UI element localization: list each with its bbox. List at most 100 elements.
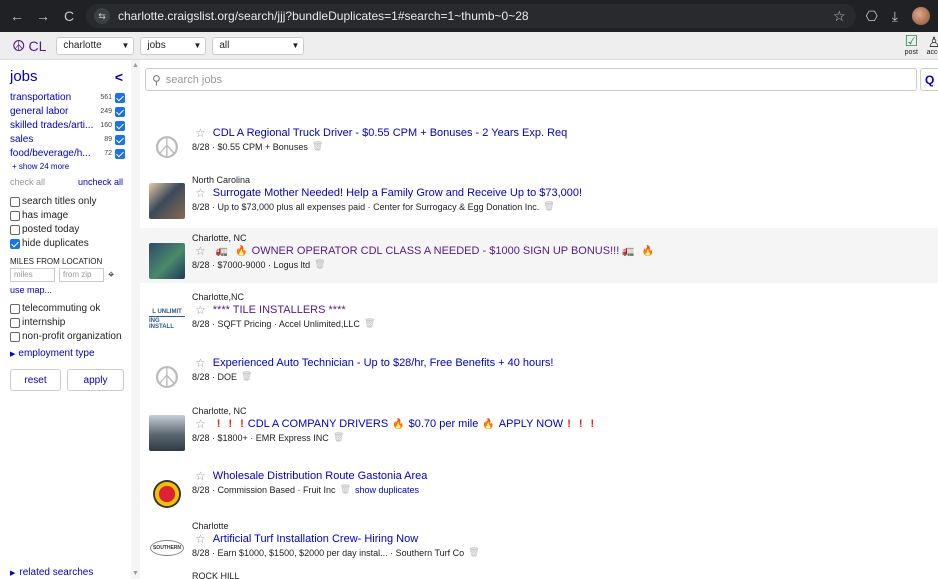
favorite-star-icon[interactable]: ☆ <box>195 469 206 483</box>
no-image-peace-icon[interactable]: ☮ <box>149 130 185 166</box>
listing-title[interactable]: CDL A COMPANY DRIVERS <box>248 418 388 430</box>
locate-icon[interactable]: ⌖ <box>108 269 114 282</box>
listing-title[interactable]: CDL A Regional Truck Driver - $0.55 CPM … <box>213 127 568 139</box>
option-search-titles-only[interactable]: search titles only <box>10 195 131 208</box>
cl-logo[interactable]: ☮ CL <box>12 37 46 55</box>
forward-icon[interactable]: → <box>32 8 54 24</box>
no-image-peace-icon[interactable]: ☮ <box>149 360 185 396</box>
show-more-link[interactable]: + show 24 more <box>12 162 131 171</box>
category-name[interactable]: sales <box>10 134 102 145</box>
trash-icon[interactable]: 🗑 <box>364 318 375 329</box>
category-food-beverage[interactable]: food/beverage/h... 72 <box>10 147 131 160</box>
subcategory-select[interactable]: all ▼ <box>212 36 305 55</box>
option-hide-duplicates[interactable]: hide duplicates <box>10 237 131 250</box>
trash-icon[interactable]: 🗑 <box>312 141 323 152</box>
reload-icon[interactable]: C <box>58 8 80 24</box>
bookmark-star-icon[interactable]: ☆ <box>833 8 846 25</box>
listing-title[interactable]: Artificial Turf Installation Crew- Hirin… <box>213 533 418 545</box>
option-internship[interactable]: internship <box>10 316 131 329</box>
category-name[interactable]: transportation <box>10 92 98 103</box>
category-skilled-trades[interactable]: skilled trades/arti... 160 <box>10 119 131 132</box>
reset-button[interactable]: reset <box>10 369 61 391</box>
listing-thumbnail[interactable]: SOUTHERN <box>149 530 185 566</box>
listing-title[interactable]: **** TILE INSTALLERS **** <box>213 304 346 316</box>
trash-icon[interactable]: 🗑 <box>314 259 325 270</box>
listing-thumbnail[interactable] <box>149 415 185 451</box>
checkbox[interactable] <box>10 196 20 207</box>
category-sales[interactable]: sales 89 <box>10 133 131 146</box>
zip-input[interactable]: from zip <box>59 268 104 282</box>
listing-thumbnail[interactable] <box>149 183 185 219</box>
favorite-star-icon[interactable]: ☆ <box>195 417 206 431</box>
category-checkbox[interactable] <box>115 106 125 117</box>
search-button[interactable]: Q <box>920 68 938 91</box>
listing-title[interactable]: OWNER OPERATOR CDL CLASS A NEEDED - $100… <box>252 245 620 257</box>
listing-item[interactable]: North Carolina ☆ Surrogate Mother Needed… <box>140 168 938 223</box>
trash-icon[interactable]: 🗑 <box>241 371 252 382</box>
scroll-down-icon[interactable]: ▼ <box>132 570 139 577</box>
listing-item[interactable]: Charlotte, NC ☆ ! ! ! CDL A COMPANY DRIV… <box>140 400 938 455</box>
listing-item[interactable]: ☮ ☆ CDL A Regional Truck Driver - $0.55 … <box>140 110 938 165</box>
listing-thumbnail[interactable] <box>149 243 185 279</box>
listing-thumbnail[interactable] <box>149 476 185 512</box>
favorite-star-icon[interactable]: ☆ <box>195 126 206 140</box>
back-icon[interactable]: ← <box>6 8 28 24</box>
favorite-star-icon[interactable]: ☆ <box>195 532 206 546</box>
category-checkbox[interactable] <box>115 92 125 103</box>
search-input[interactable]: ⚲ search jobs <box>145 68 917 91</box>
sidebar-title[interactable]: jobs <box>10 68 38 85</box>
post-button[interactable]: ☑ post <box>905 34 918 56</box>
collapse-icon[interactable]: < <box>115 69 123 85</box>
option-posted-today[interactable]: posted today <box>10 223 131 236</box>
use-map-link[interactable]: use map... <box>10 285 131 295</box>
category-checkbox[interactable] <box>115 148 125 159</box>
listing-item[interactable]: L UNLIMIT ING INSTALL Charlotte,NC ☆ ***… <box>140 286 938 341</box>
checkbox[interactable] <box>10 210 20 221</box>
listing-item[interactable]: ☮ ☆ Experienced Auto Technician - Up to … <box>140 346 938 401</box>
option-telecommuting[interactable]: telecommuting ok <box>10 302 131 315</box>
profile-avatar[interactable] <box>912 7 930 25</box>
check-all-link[interactable]: check all <box>10 177 45 187</box>
apply-button[interactable]: apply <box>67 369 124 391</box>
checkbox[interactable] <box>10 238 20 249</box>
trash-icon[interactable]: 🗑 <box>543 201 554 212</box>
listing-item[interactable]: SOUTHERN Charlotte ☆ Artificial Turf Ins… <box>140 514 938 569</box>
listing-item[interactable]: Charlotte, NC ☆ 🚛 🔥 OWNER OPERATOR CDL C… <box>140 228 938 283</box>
favorite-star-icon[interactable]: ☆ <box>195 186 206 200</box>
checkbox[interactable] <box>10 224 20 235</box>
scroll-up-icon[interactable]: ▲ <box>132 62 139 69</box>
favorite-star-icon[interactable]: ☆ <box>195 244 206 258</box>
show-duplicates-link[interactable]: show duplicates <box>355 485 419 495</box>
checkbox[interactable] <box>10 317 20 328</box>
url-text[interactable]: charlotte.craigslist.org/search/jjj?bund… <box>118 9 529 23</box>
area-select[interactable]: charlotte ▼ <box>56 36 135 55</box>
related-searches-toggle[interactable]: ▶ related searches <box>10 567 93 578</box>
category-name[interactable]: general labor <box>10 106 98 117</box>
listing-title[interactable]: Wholesale Distribution Route Gastonia Ar… <box>213 470 428 482</box>
extensions-icon[interactable]: ⎔ <box>866 8 878 25</box>
listing-thumbnail[interactable]: L UNLIMIT ING INSTALL <box>149 301 185 337</box>
category-general-labor[interactable]: general labor 249 <box>10 105 131 118</box>
miles-input[interactable]: miles <box>10 268 55 282</box>
checkbox[interactable] <box>10 331 20 342</box>
sidebar-scrollbar[interactable]: ▲ ▼ <box>131 60 140 579</box>
checkbox[interactable] <box>10 303 20 314</box>
trash-icon[interactable]: 🗑 <box>468 547 479 558</box>
listing-title[interactable]: Surrogate Mother Needed! Help a Family G… <box>213 187 582 199</box>
category-name[interactable]: food/beverage/h... <box>10 148 102 159</box>
listing-title-part[interactable]: $0.70 per mile <box>409 418 479 430</box>
favorite-star-icon[interactable]: ☆ <box>195 356 206 370</box>
employment-type-toggle[interactable]: ▶ employment type <box>10 348 131 359</box>
address-bar[interactable]: ⇆ charlotte.craigslist.org/search/jjj?bu… <box>86 4 856 28</box>
uncheck-all-link[interactable]: uncheck all <box>78 177 123 187</box>
category-select[interactable]: jobs ▼ <box>140 36 207 55</box>
favorite-star-icon[interactable]: ☆ <box>195 303 206 317</box>
trash-icon[interactable]: 🗑 <box>340 484 351 495</box>
listing-item[interactable]: ☆ Wholesale Distribution Route Gastonia … <box>140 462 938 517</box>
download-icon[interactable]: ⤓ <box>892 8 898 25</box>
trash-icon[interactable]: 🗑 <box>333 432 344 443</box>
category-transportation[interactable]: transportation 561 <box>10 91 131 104</box>
category-checkbox[interactable] <box>115 120 125 131</box>
account-button[interactable]: ♙ acco <box>926 35 938 56</box>
listing-title[interactable]: Experienced Auto Technician - Up to $28/… <box>213 357 554 369</box>
